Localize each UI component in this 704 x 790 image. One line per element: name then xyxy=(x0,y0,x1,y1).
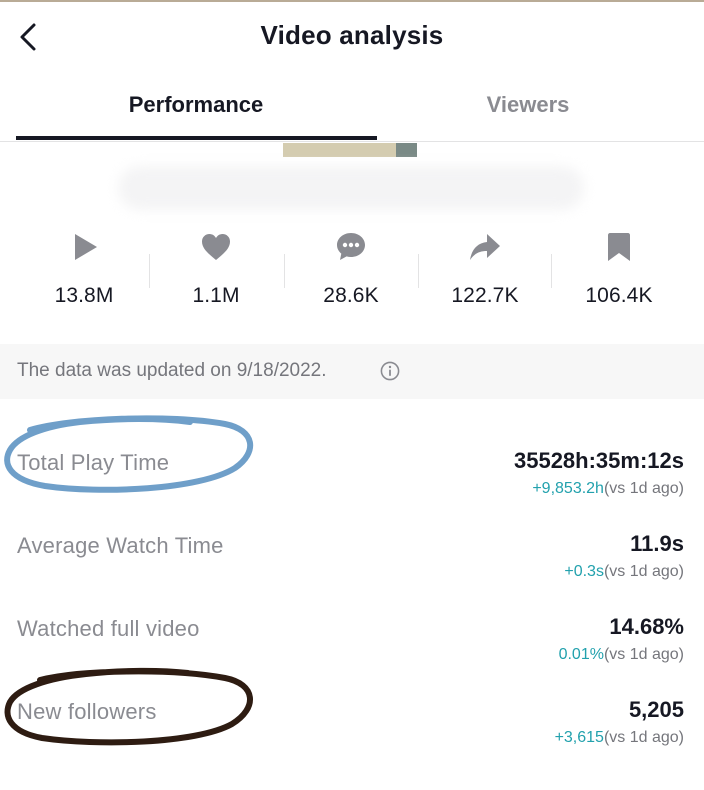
stat-comments: 28.6K xyxy=(284,222,418,308)
stat-shares: 122.7K xyxy=(418,222,552,308)
metric-value: 35528h:35m:12s xyxy=(513,448,684,473)
metric-label: Average Watch Time xyxy=(17,533,224,558)
blurred-caption xyxy=(118,166,584,210)
metric-change-amount: +0.3s xyxy=(564,563,604,580)
tab-bar: Performance Viewers xyxy=(0,78,704,142)
metric-change-compare: (vs 1d ago) xyxy=(603,646,684,663)
stat-likes-value: 1.1M xyxy=(192,284,240,307)
stat-likes: 1.1M xyxy=(149,222,283,308)
metric-total-play-time: Total Play Time 35528h:35m:12s +9,853.2h… xyxy=(0,440,704,522)
stat-plays-value: 13.8M xyxy=(54,284,114,307)
metric-change-compare: (vs 1d ago) xyxy=(603,729,684,746)
stat-comments-value: 28.6K xyxy=(323,284,379,307)
comment-icon xyxy=(337,233,365,260)
metric-change: +3,615(vs 1d ago) xyxy=(555,729,684,747)
stat-shares-value: 122.7K xyxy=(451,284,519,307)
stat-plays: 13.8M xyxy=(17,222,151,308)
metric-change: +9,853.2h(vs 1d ago) xyxy=(532,480,684,498)
tab-viewers[interactable]: Viewers xyxy=(352,92,704,118)
metric-label: Watched full video xyxy=(17,616,200,641)
metric-label: New followers xyxy=(17,699,157,724)
metric-label: Total Play Time xyxy=(17,450,170,475)
metric-change-compare: (vs 1d ago) xyxy=(603,480,684,497)
notice-text: The data was updated on 9/18/2022. xyxy=(17,360,327,381)
metric-change: +0.3s(vs 1d ago) xyxy=(564,563,684,581)
bookmark-icon xyxy=(608,233,630,261)
stats-row: 13.8M 1.1M 28.6K 122.7K 106.4K xyxy=(0,222,704,334)
metric-change: 0.01%(vs 1d ago) xyxy=(559,646,684,664)
stat-saves-value: 106.4K xyxy=(585,284,653,307)
metric-change-amount: +9,853.2h xyxy=(532,480,604,497)
header: Video analysis xyxy=(0,2,704,68)
metric-value: 14.68% xyxy=(609,614,684,639)
metric-value: 5,205 xyxy=(628,697,684,722)
play-icon xyxy=(75,234,97,260)
tab-performance[interactable]: Performance xyxy=(20,92,372,118)
metric-watched-full-video: Watched full video 14.68% 0.01%(vs 1d ag… xyxy=(0,606,704,688)
metric-change-amount: +3,615 xyxy=(554,729,604,746)
metric-average-watch-time: Average Watch Time 11.9s +0.3s(vs 1d ago… xyxy=(0,523,704,605)
stat-saves: 106.4K xyxy=(552,222,686,308)
page-title: Video analysis xyxy=(260,20,444,50)
metric-value: 11.9s xyxy=(630,531,684,556)
active-tab-indicator xyxy=(16,136,377,140)
metric-change-amount: 0.01% xyxy=(558,646,604,663)
video-thumbnail-edge xyxy=(396,143,417,157)
metric-new-followers: New followers 5,205 +3,615(vs 1d ago) xyxy=(0,689,704,771)
data-update-notice: The data was updated on 9/18/2022. xyxy=(0,344,704,399)
metric-change-compare: (vs 1d ago) xyxy=(603,563,684,580)
share-icon xyxy=(470,234,500,260)
heart-icon xyxy=(202,234,230,260)
info-icon[interactable] xyxy=(380,361,400,381)
